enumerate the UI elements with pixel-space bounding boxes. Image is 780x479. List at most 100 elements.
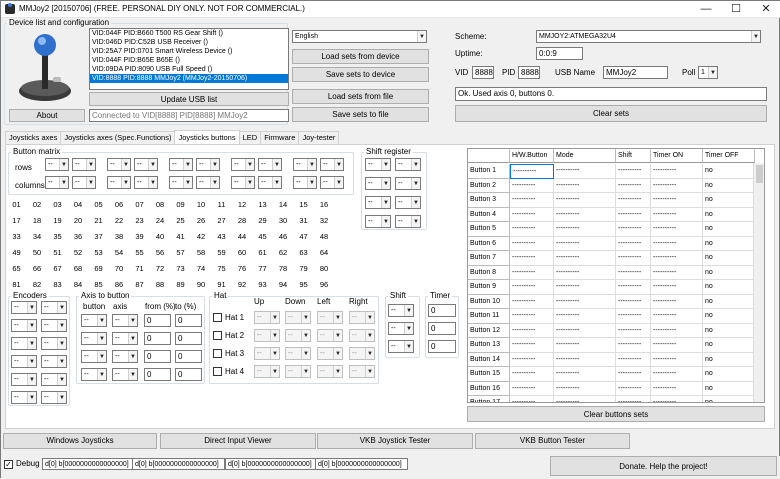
device-list-item-selected[interactable]: VID:8888 PID:8888 MMJoy2 (MMJoy2-2015070… [90, 74, 288, 83]
columns-select[interactable]: -- ▼ [45, 176, 69, 189]
axis-to-field[interactable]: 0 [175, 314, 202, 327]
grid-cell[interactable]: ---------- [510, 309, 554, 324]
grid-cell[interactable]: ---------- [616, 193, 651, 208]
grid-cell[interactable]: ---------- [651, 236, 703, 251]
axis-from-field[interactable]: 0 [144, 350, 171, 363]
timer-field[interactable]: 0 [428, 340, 456, 353]
about-button[interactable]: About [9, 109, 85, 122]
grid-cell[interactable]: ---------- [616, 164, 651, 179]
device-list-item[interactable]: VID:044F PID:B660 T500 RS Gear Shift () [90, 29, 288, 38]
tab-joysticks-axes-spec[interactable]: Joysticks axes (Spec.Functions) [60, 131, 176, 144]
clear-sets-button[interactable]: Clear sets [455, 105, 767, 122]
hat-checkbox[interactable] [213, 331, 222, 340]
hat-left-select[interactable]: -- ▼ [317, 329, 343, 342]
encoder-select[interactable]: -- ▼ [41, 391, 67, 404]
vkb-joystick-tester-button[interactable]: VKB Joystick Tester [317, 433, 473, 449]
axis-button-select[interactable]: -- ▼ [81, 368, 107, 381]
timer-field[interactable]: 0 [428, 322, 456, 335]
encoder-select[interactable]: -- ▼ [41, 373, 67, 386]
grid-cell[interactable]: ---------- [510, 294, 554, 309]
table-row[interactable]: Button 9 ---------- ---------- ---------- --… [468, 280, 764, 295]
grid-cell[interactable]: ---------- [651, 265, 703, 280]
grid-header-shift[interactable]: Shift [616, 149, 651, 163]
device-list-item[interactable]: VID:044F PID:B65E B65E () [90, 56, 288, 65]
grid-cell[interactable]: ---------- [510, 381, 554, 396]
clear-buttons-sets-button[interactable]: Clear buttons sets [467, 406, 765, 422]
grid-cell[interactable]: ---------- [510, 164, 554, 179]
grid-cell[interactable]: ---------- [651, 323, 703, 338]
hat-left-select[interactable]: -- ▼ [317, 347, 343, 360]
grid-cell[interactable]: no [703, 193, 755, 208]
grid-cell[interactable]: no [703, 265, 755, 280]
encoder-select[interactable]: -- ▼ [11, 319, 37, 332]
grid-cell[interactable]: no [703, 164, 755, 179]
shift-register-select[interactable]: -- ▼ [365, 177, 391, 190]
grid-cell[interactable]: ---------- [554, 367, 616, 382]
grid-cell[interactable]: no [703, 207, 755, 222]
encoder-select[interactable]: -- ▼ [41, 355, 67, 368]
table-row[interactable]: Button 16 ---------- ---------- ---------- -… [468, 381, 764, 396]
hat-down-select[interactable]: -- ▼ [285, 329, 311, 342]
hat-right-select[interactable]: -- ▼ [349, 329, 375, 342]
hat-down-select[interactable]: -- ▼ [285, 311, 311, 324]
table-row[interactable]: Button 15 ---------- ---------- ---------- -… [468, 367, 764, 382]
columns-select[interactable]: -- ▼ [196, 176, 220, 189]
rows-select[interactable]: -- ▼ [320, 158, 344, 171]
axis-button-select[interactable]: -- ▼ [81, 350, 107, 363]
encoder-select[interactable]: -- ▼ [11, 301, 37, 314]
columns-select[interactable]: -- ▼ [169, 176, 193, 189]
save-sets-to-device-button[interactable]: Save sets to device [292, 67, 429, 82]
grid-header-timer-on[interactable]: Timer ON [651, 149, 703, 163]
tab-joysticks-buttons[interactable]: Joysticks buttons [174, 130, 240, 144]
columns-select[interactable]: -- ▼ [258, 176, 282, 189]
table-row[interactable]: Button 14 ---------- ---------- ---------- -… [468, 352, 764, 367]
grid-cell[interactable]: no [703, 251, 755, 266]
grid-cell[interactable]: ---------- [510, 207, 554, 222]
hat-up-select[interactable]: -- ▼ [254, 311, 280, 324]
grid-cell[interactable]: ---------- [616, 265, 651, 280]
grid-cell[interactable]: ---------- [510, 193, 554, 208]
table-row[interactable]: Button 8 ---------- ---------- ---------- --… [468, 265, 764, 280]
grid-cell[interactable]: no [703, 222, 755, 237]
grid-cell[interactable]: ---------- [651, 381, 703, 396]
grid-cell[interactable]: ---------- [510, 236, 554, 251]
grid-cell[interactable]: ---------- [616, 207, 651, 222]
shift-register-select[interactable]: -- ▼ [395, 215, 421, 228]
rows-select[interactable]: -- ▼ [293, 158, 317, 171]
grid-cell[interactable]: ---------- [616, 178, 651, 193]
hat-right-select[interactable]: -- ▼ [349, 347, 375, 360]
shift-register-select[interactable]: -- ▼ [365, 158, 391, 171]
columns-select[interactable]: -- ▼ [72, 176, 96, 189]
table-row[interactable]: Button 3 ---------- ---------- ---------- --… [468, 193, 764, 208]
minimize-button[interactable]: — [691, 1, 721, 17]
grid-cell[interactable]: ---------- [616, 309, 651, 324]
grid-cell[interactable]: ---------- [616, 294, 651, 309]
table-row[interactable]: Button 1 ---------- ---------- ---------- --… [468, 164, 764, 179]
grid-cell[interactable]: no [703, 338, 755, 353]
encoder-select[interactable]: -- ▼ [41, 301, 67, 314]
grid-cell[interactable]: no [703, 236, 755, 251]
encoder-select[interactable]: -- ▼ [11, 391, 37, 404]
grid-cell[interactable]: ---------- [510, 178, 554, 193]
grid-cell[interactable]: ---------- [510, 352, 554, 367]
shift-register-select[interactable]: -- ▼ [395, 177, 421, 190]
rows-select[interactable]: -- ▼ [134, 158, 158, 171]
grid-cell[interactable]: ---------- [616, 323, 651, 338]
rows-select[interactable]: -- ▼ [196, 158, 220, 171]
grid-cell[interactable]: ---------- [554, 323, 616, 338]
grid-cell[interactable]: ---------- [510, 338, 554, 353]
tab-firmware[interactable]: Firmware [260, 131, 300, 144]
grid-cell[interactable]: ---------- [554, 178, 616, 193]
encoder-select[interactable]: -- ▼ [11, 373, 37, 386]
rows-select[interactable]: -- ▼ [107, 158, 131, 171]
vid-field[interactable]: 8888 [472, 66, 494, 79]
axis-to-field[interactable]: 0 [175, 350, 202, 363]
grid-cell[interactable]: ---------- [616, 381, 651, 396]
debug-checkbox[interactable]: ✓ [4, 460, 13, 469]
grid-cell[interactable]: ---------- [651, 352, 703, 367]
device-listbox[interactable]: VID:044F PID:B660 T500 RS Gear Shift () … [89, 28, 289, 90]
tab-led[interactable]: LED [238, 131, 262, 144]
maximize-button[interactable]: ☐ [721, 1, 751, 17]
hat-left-select[interactable]: -- ▼ [317, 365, 343, 378]
columns-select[interactable]: -- ▼ [107, 176, 131, 189]
